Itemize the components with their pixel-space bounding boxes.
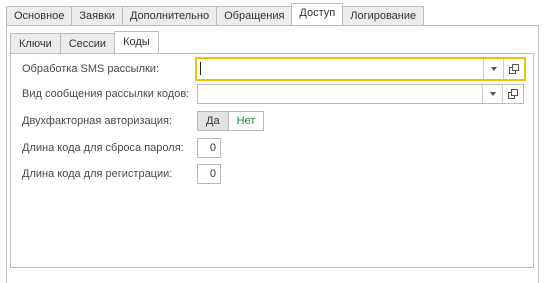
message-type-input[interactable]: [198, 85, 482, 103]
open-form-icon: [508, 63, 519, 74]
tab-logirovanie[interactable]: Логирование: [342, 6, 425, 25]
tab-sessii[interactable]: Сессии: [59, 33, 116, 53]
message-type-label: Вид сообщения рассылки кодов:: [22, 88, 190, 100]
settings-form: Основное Заявки Дополнительно Обращения …: [0, 0, 545, 283]
tab-dostup[interactable]: Доступ: [291, 3, 344, 25]
message-type-open-button[interactable]: [502, 85, 523, 103]
sms-processing-field[interactable]: [195, 57, 526, 81]
sms-processing-input[interactable]: [197, 59, 483, 79]
outer-tab-strip: Основное Заявки Дополнительно Обращения …: [6, 3, 425, 25]
two-factor-no-button[interactable]: Нет: [227, 111, 265, 131]
registration-code-length-label: Длина кода для регистрации:: [22, 168, 173, 180]
sms-processing-label: Обработка SMS рассылки:: [22, 63, 160, 75]
two-factor-yes-button[interactable]: Да: [197, 111, 229, 131]
tab-zayavki[interactable]: Заявки: [71, 6, 123, 25]
tab-klyuchi[interactable]: Ключи: [10, 33, 61, 53]
open-form-icon: [507, 88, 518, 99]
registration-code-length-input[interactable]: 0: [197, 164, 221, 184]
two-factor-label: Двухфакторная авторизация:: [22, 115, 173, 127]
tab-obrascheniya[interactable]: Обращения: [216, 6, 293, 25]
message-type-field[interactable]: [197, 84, 524, 104]
reset-code-length-input[interactable]: 0: [197, 138, 221, 158]
inner-tab-strip: Ключи Сессии Коды: [10, 31, 159, 53]
text-caret: [200, 62, 201, 75]
sms-processing-open-button[interactable]: [503, 59, 524, 79]
message-type-dropdown-button[interactable]: [482, 85, 502, 103]
tab-dopolnitelno[interactable]: Дополнительно: [121, 6, 218, 25]
tab-kody[interactable]: Коды: [114, 31, 159, 53]
chevron-down-icon: [490, 67, 497, 71]
reset-code-length-label: Длина кода для сброса пароля:: [22, 142, 184, 154]
tab-osnovnoe[interactable]: Основное: [6, 6, 73, 25]
chevron-down-icon: [489, 92, 496, 96]
two-factor-toggle: Да Нет: [197, 111, 265, 131]
sms-processing-dropdown-button[interactable]: [483, 59, 503, 79]
